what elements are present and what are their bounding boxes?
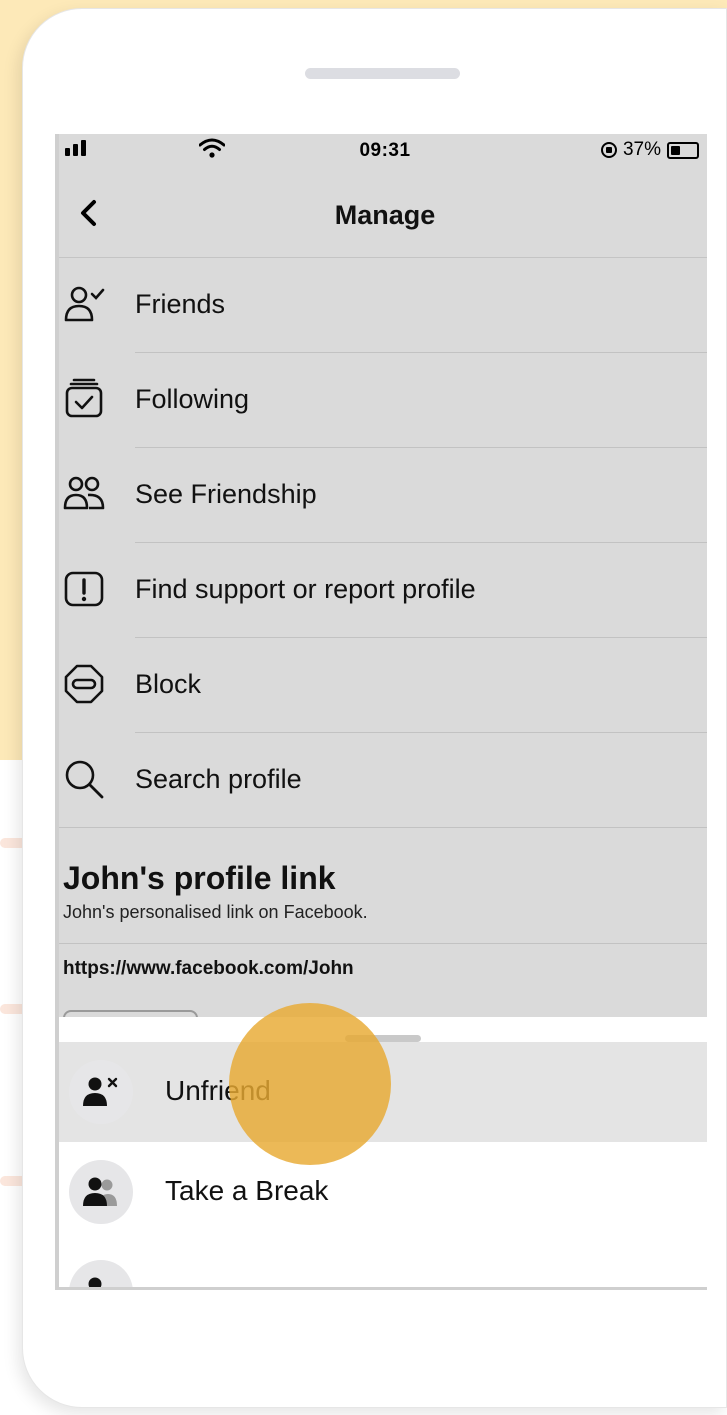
block-icon <box>64 664 104 704</box>
friend-check-icon <box>64 286 105 322</box>
status-bar: 09:31 37% <box>59 134 707 168</box>
icon-circle <box>69 1260 133 1287</box>
profile-link-subtitle: John's personalised link on Facebook. <box>63 902 368 922</box>
following-icon <box>65 378 103 418</box>
menu-item-label: Friends <box>135 289 226 319</box>
sheet-item-take-a-break[interactable]: Take a Break <box>59 1142 707 1242</box>
menu-item-label: Block <box>135 669 202 699</box>
tap-indicator <box>229 1003 391 1165</box>
menu-item-friends[interactable]: Friends <box>59 258 707 353</box>
profile-link-title: John's profile link <box>63 860 336 896</box>
menu-item-label: Search profile <box>135 764 302 794</box>
phone-speaker <box>305 68 460 79</box>
menu-item-label: Following <box>135 384 250 414</box>
friendship-icon <box>63 476 105 510</box>
menu-item-block[interactable]: Block <box>59 638 707 733</box>
profile-link-url[interactable]: https://www.facebook.com/John <box>63 958 354 980</box>
icon-circle <box>69 1060 133 1124</box>
take-a-break-icon <box>83 1177 117 1206</box>
divider <box>59 943 707 944</box>
unfriend-icon <box>83 1077 118 1106</box>
menu-item-search-profile[interactable]: Search profile <box>59 733 707 828</box>
menu-item-label: Find support or report profile <box>135 574 476 604</box>
rotation-lock-icon <box>600 142 617 158</box>
menu-item-report-profile[interactable]: Find support or report profile <box>59 543 707 638</box>
divider <box>59 827 707 828</box>
menu-item-label: See Friendship <box>135 479 317 509</box>
search-icon <box>65 760 104 799</box>
manage-menu: Friends Following See Friendship Find su… <box>59 258 707 828</box>
sheet-item-partial[interactable] <box>59 1242 707 1287</box>
menu-item-following[interactable]: Following <box>59 353 707 448</box>
page-header: Manage <box>59 178 707 258</box>
report-icon <box>64 571 104 607</box>
friend-list-icon <box>88 1277 102 1287</box>
menu-item-see-friendship[interactable]: See Friendship <box>59 448 707 543</box>
icon-circle <box>69 1160 133 1224</box>
battery-icon <box>667 141 699 159</box>
sheet-item-label: Take a Break <box>165 1175 329 1206</box>
battery-percentage: 37% <box>622 139 661 160</box>
page-title: Manage <box>334 200 436 230</box>
